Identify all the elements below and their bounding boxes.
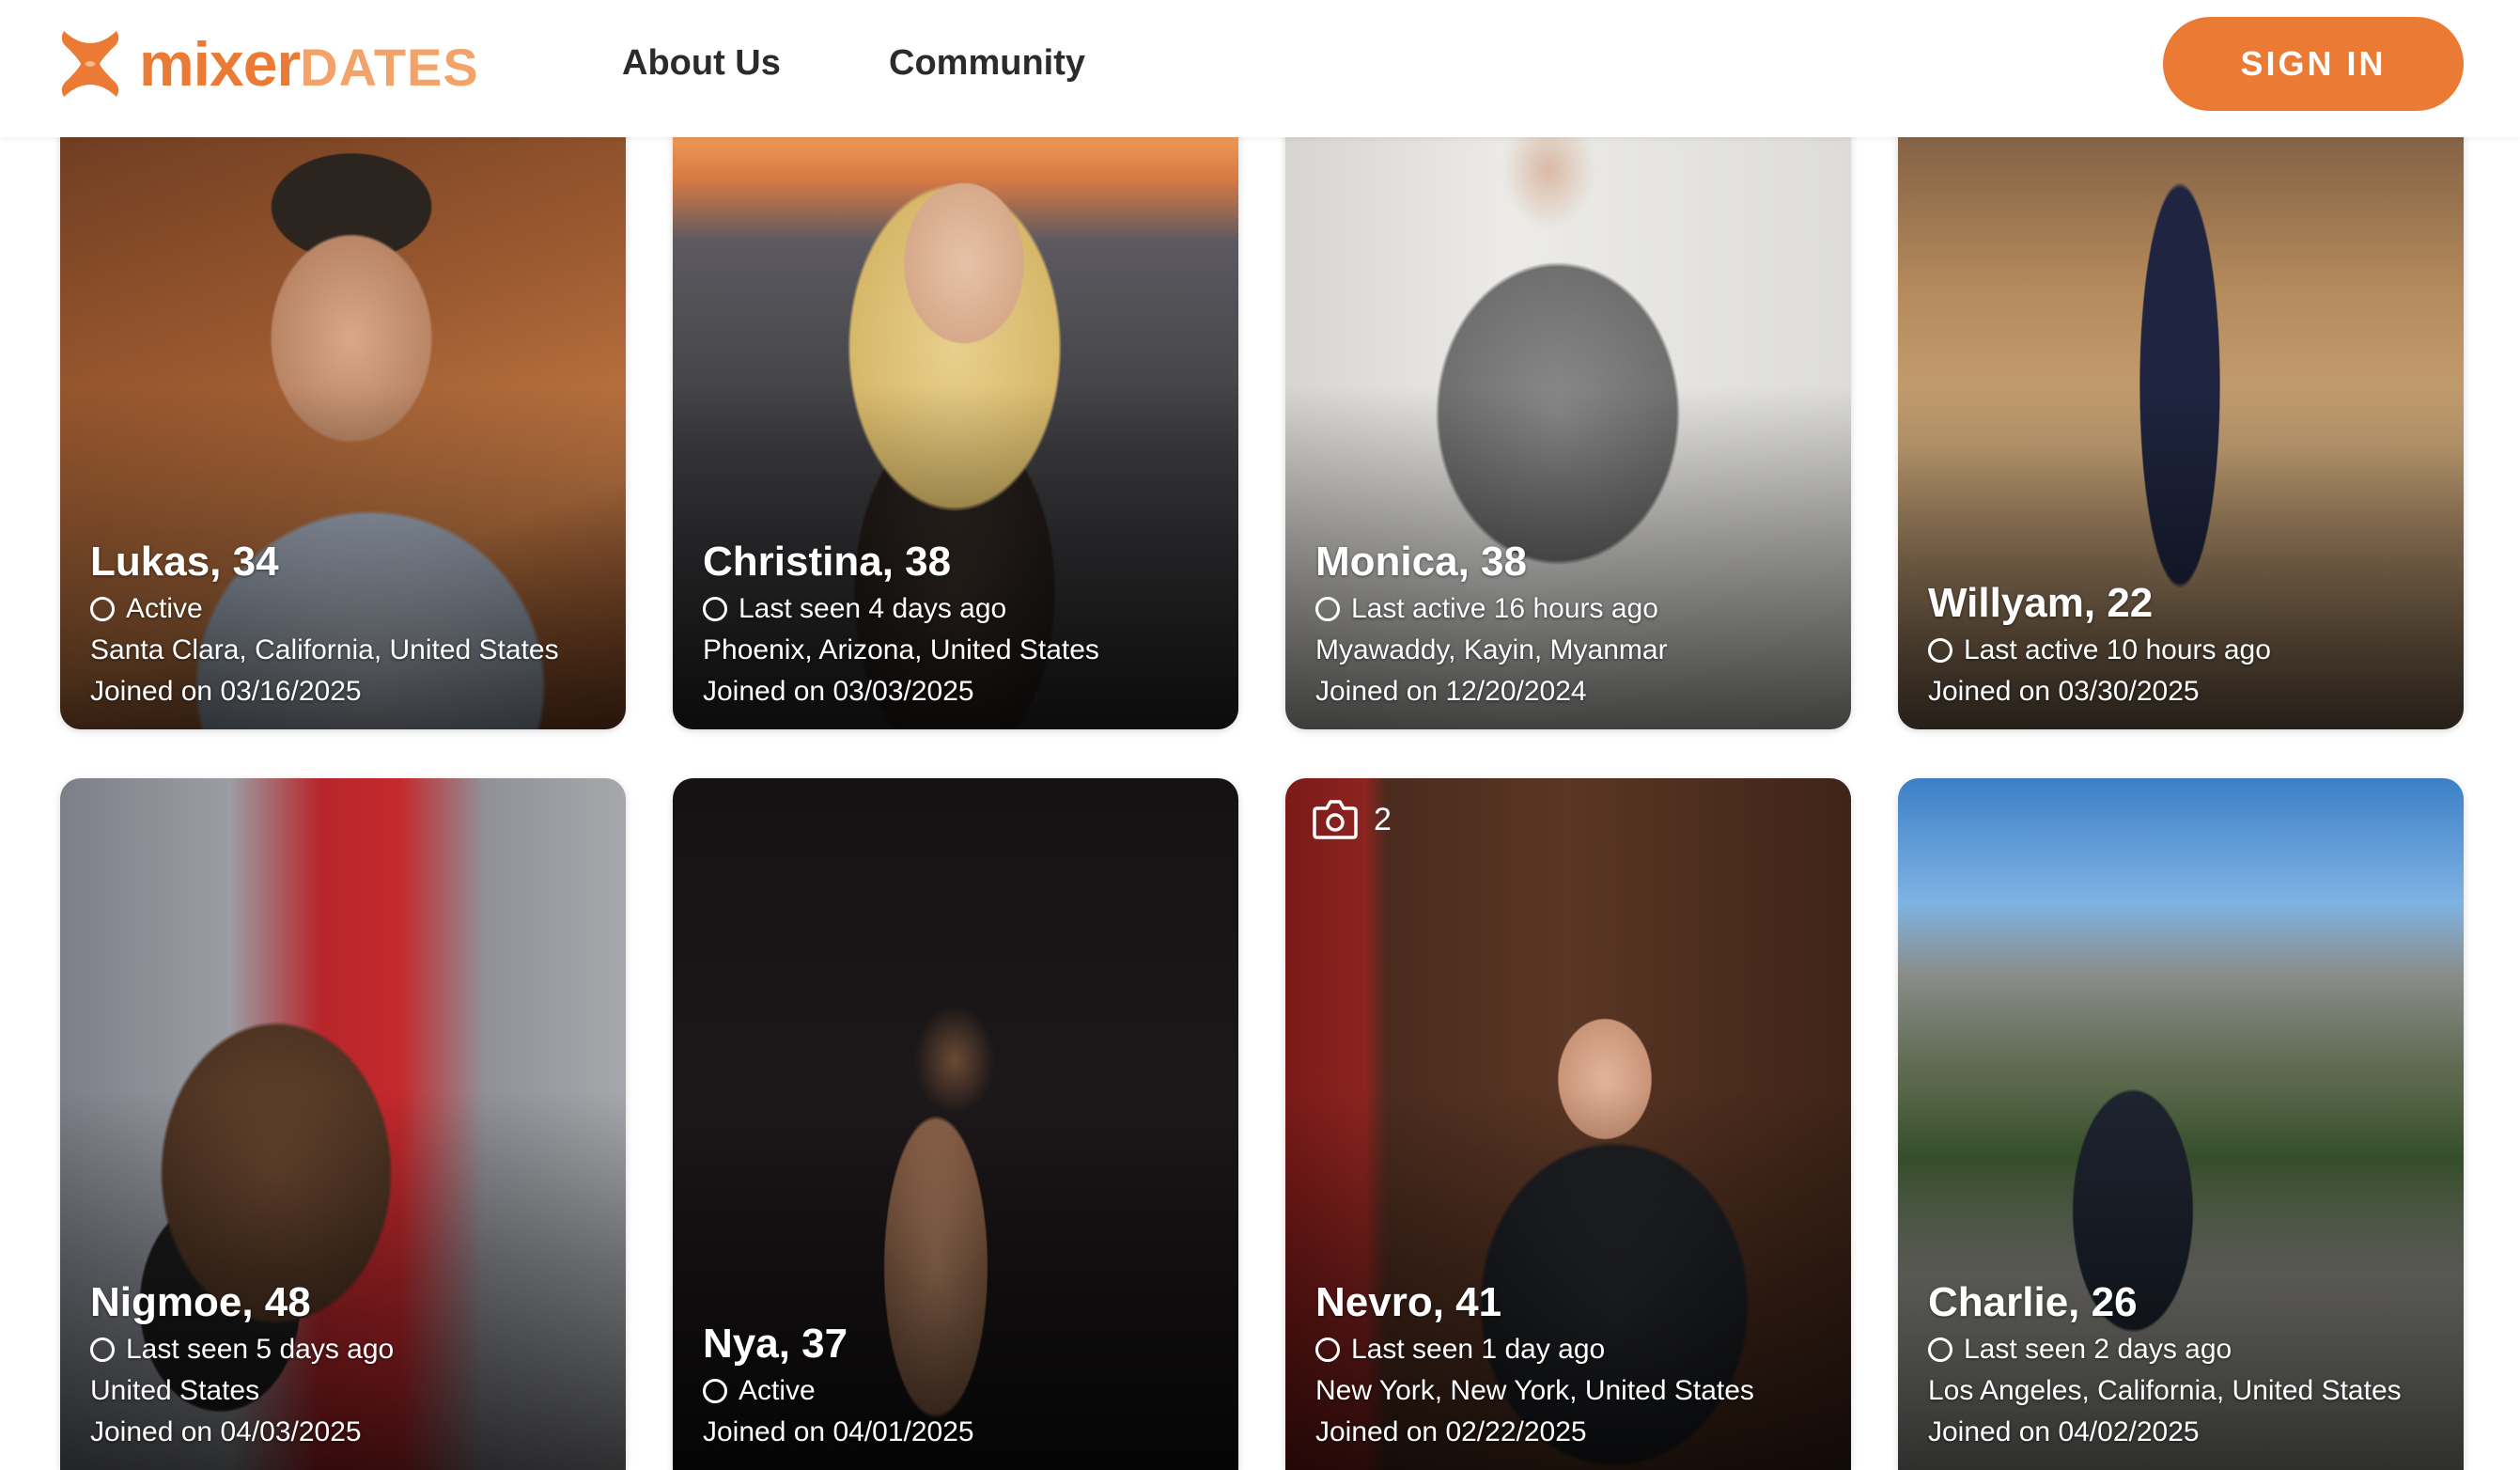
site-header: mixerDATES About Us Community SIGN IN [0, 0, 2520, 137]
logo[interactable]: mixerDATES [56, 26, 479, 102]
logo-main: mixer [139, 29, 301, 99]
profile-joined: Joined on 12/20/2024 [1315, 676, 1587, 707]
profile-name: Christina, 38 [703, 539, 952, 585]
photo-count-badge: 2 [1312, 799, 1392, 840]
profile-status: Last active 16 hours ago [1351, 593, 1658, 624]
status-circle-icon [1928, 1337, 1952, 1362]
logo-x-icon [61, 31, 119, 97]
profile-name: Nevro, 41 [1315, 1279, 1502, 1325]
profile-card[interactable]: Charlie, 26 Last seen 2 days ago Los Ang… [1898, 778, 2464, 1470]
sign-in-button[interactable]: SIGN IN [2163, 17, 2464, 111]
profile-card[interactable]: Nya, 37 Active Joined on 04/01/2025 [673, 778, 1238, 1470]
profile-joined: Joined on 03/16/2025 [90, 676, 362, 707]
nav-about-us[interactable]: About Us [622, 43, 781, 84]
profile-card[interactable]: Monica, 38 Last active 16 hours ago Myaw… [1285, 103, 1851, 729]
profile-info: Nevro, 41 Last seen 1 day ago New York, … [1315, 1276, 1832, 1453]
profile-info: Monica, 38 Last active 16 hours ago Myaw… [1315, 536, 1832, 712]
profile-name: Nigmoe, 48 [90, 1279, 311, 1325]
profile-name: Lukas, 34 [90, 539, 279, 585]
profile-name: Nya, 37 [703, 1321, 848, 1367]
profile-name: Monica, 38 [1315, 539, 1527, 585]
profile-joined: Joined on 02/22/2025 [1315, 1416, 1587, 1447]
profile-location: Los Angeles, California, United States [1928, 1375, 2402, 1406]
status-circle-icon [1315, 597, 1340, 621]
profile-info: Lukas, 34 Active Santa Clara, California… [90, 536, 607, 712]
profile-location: Santa Clara, California, United States [90, 634, 559, 665]
status-circle-icon [1928, 638, 1952, 663]
logo-sub: DATES [300, 38, 479, 97]
profile-joined: Joined on 03/03/2025 [703, 676, 974, 707]
profile-joined: Joined on 04/02/2025 [1928, 1416, 2200, 1447]
status-circle-icon [90, 597, 115, 621]
profile-info: Willyam, 22 Last active 10 hours ago Joi… [1928, 577, 2445, 712]
status-circle-icon [1315, 1337, 1340, 1362]
photo-count: 2 [1374, 801, 1392, 837]
status-circle-icon [703, 597, 727, 621]
profile-name: Willyam, 22 [1928, 580, 2154, 626]
status-circle-icon [90, 1337, 115, 1362]
profile-joined: Joined on 03/30/2025 [1928, 676, 2200, 707]
profile-location: New York, New York, United States [1315, 1375, 1754, 1406]
profile-status: Active [126, 593, 203, 624]
profile-joined: Joined on 04/03/2025 [90, 1416, 362, 1447]
logo-wordmark: mixerDATES [139, 33, 479, 95]
profile-location: United States [90, 1375, 260, 1406]
profile-location: Myawaddy, Kayin, Myanmar [1315, 634, 1668, 665]
profile-info: Nigmoe, 48 Last seen 5 days ago United S… [90, 1276, 607, 1453]
profile-info: Christina, 38 Last seen 4 days ago Phoen… [703, 536, 1220, 712]
camera-icon [1313, 800, 1358, 839]
profile-status: Last seen 4 days ago [739, 593, 1007, 624]
profile-joined: Joined on 04/01/2025 [703, 1416, 974, 1447]
profile-status: Last active 10 hours ago [1964, 634, 2271, 665]
profile-info: Charlie, 26 Last seen 2 days ago Los Ang… [1928, 1276, 2445, 1453]
profile-status: Last seen 2 days ago [1964, 1334, 2232, 1365]
profile-card[interactable]: Willyam, 22 Last active 10 hours ago Joi… [1898, 103, 2464, 729]
nav-community[interactable]: Community [889, 43, 1085, 84]
profile-card[interactable]: 2 Nevro, 41 Last seen 1 day ago New York… [1285, 778, 1851, 1470]
profile-status: Active [739, 1375, 816, 1406]
profile-card[interactable]: Lukas, 34 Active Santa Clara, California… [60, 103, 626, 729]
profile-card[interactable]: Christina, 38 Last seen 4 days ago Phoen… [673, 103, 1238, 729]
profile-name: Charlie, 26 [1928, 1279, 2138, 1325]
profile-info: Nya, 37 Active Joined on 04/01/2025 [703, 1318, 1220, 1453]
profile-status: Last seen 1 day ago [1351, 1334, 1606, 1365]
profile-card[interactable]: Nigmoe, 48 Last seen 5 days ago United S… [60, 778, 626, 1470]
status-circle-icon [703, 1379, 727, 1403]
profile-location: Phoenix, Arizona, United States [703, 634, 1099, 665]
profile-status: Last seen 5 days ago [126, 1334, 395, 1365]
